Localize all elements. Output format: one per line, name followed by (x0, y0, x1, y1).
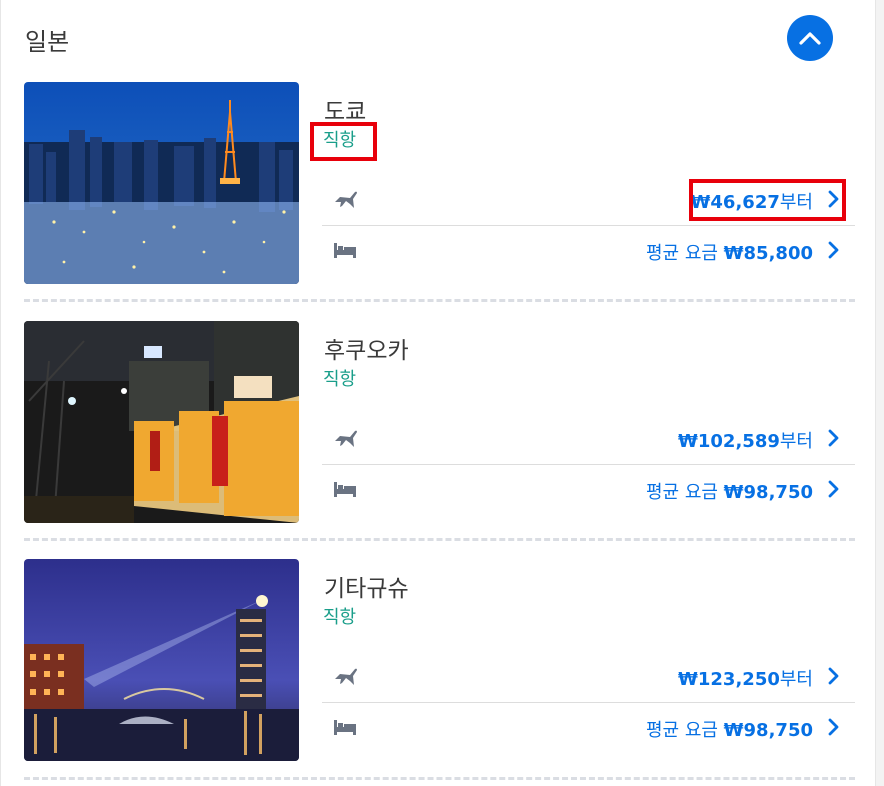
highlight-box (689, 179, 846, 221)
flight-price-row[interactable]: ₩123,250부터 (322, 653, 855, 701)
city-name: 후쿠오카 (324, 338, 409, 364)
section-title: 일본 (25, 28, 70, 56)
hotel-price-row[interactable]: 평균 요금 ₩85,800 (322, 227, 855, 275)
row-divider (322, 225, 855, 226)
row-divider (322, 464, 855, 465)
scrollbar[interactable] (876, 0, 884, 786)
row-divider (322, 702, 855, 703)
collapse-button[interactable] (787, 15, 833, 61)
highlight-box (310, 122, 377, 161)
card-separator (24, 299, 855, 302)
chevron-right-icon (828, 429, 839, 447)
card-separator (24, 777, 855, 780)
hotel-price[interactable]: 평균 요금 ₩98,750 (646, 716, 813, 742)
bed-icon (334, 243, 356, 258)
direct-flight-tag: 직항 (323, 607, 357, 628)
destination-card[interactable]: 도쿄 직항 ₩46,627부터 평균 요금 ₩85,800 (24, 82, 855, 302)
destination-photo (24, 82, 299, 284)
destination-card[interactable]: 후쿠오카 직항 ₩102,589부터 평균 요금 ₩98,750 (24, 321, 855, 541)
bed-icon (334, 482, 356, 497)
city-name: 기타규슈 (324, 576, 409, 602)
airplane-icon (335, 191, 357, 208)
hotel-price[interactable]: 평균 요금 ₩85,800 (646, 239, 813, 265)
hotel-price[interactable]: 평균 요금 ₩98,750 (646, 478, 813, 504)
flight-price[interactable]: ₩123,250부터 (678, 665, 813, 691)
destination-photo (24, 559, 299, 761)
destination-card[interactable]: 기타규슈 직항 ₩123,250부터 평균 요금 ₩98,750 (24, 559, 855, 779)
hotel-price-row[interactable]: 평균 요금 ₩98,750 (322, 704, 855, 752)
city-name: 도쿄 (324, 99, 367, 125)
airplane-icon (335, 430, 357, 447)
destination-panel: 일본 도쿄 직항 ₩46,627부터 평균 요금 ₩85,800 후쿠오카 직항… (0, 0, 876, 786)
chevron-right-icon (828, 480, 839, 498)
chevron-right-icon (828, 667, 839, 685)
hotel-price-row[interactable]: 평균 요금 ₩98,750 (322, 466, 855, 514)
card-separator (24, 538, 855, 541)
flight-price[interactable]: ₩102,589부터 (678, 427, 813, 453)
chevron-up-icon (799, 32, 821, 45)
airplane-icon (335, 668, 357, 685)
chevron-right-icon (828, 718, 839, 736)
chevron-right-icon (828, 241, 839, 259)
flight-price-row[interactable]: ₩102,589부터 (322, 415, 855, 463)
direct-flight-tag: 직항 (323, 369, 357, 390)
destination-photo (24, 321, 299, 523)
bed-icon (334, 720, 356, 735)
